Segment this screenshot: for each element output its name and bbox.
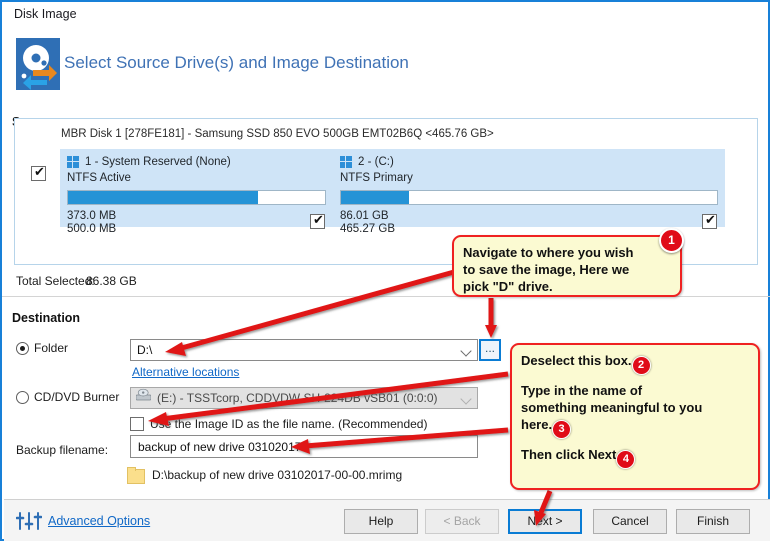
disk-image-icon (16, 38, 60, 90)
partition-name: 1 - System Reserved (None) (85, 155, 231, 168)
partition-card[interactable]: 1 - System Reserved (None) NTFS Active 3… (60, 149, 333, 235)
check-icon: ✔ (705, 212, 716, 227)
partition-checkbox[interactable]: ✔ (310, 212, 325, 229)
cd-burner-radio[interactable] (16, 390, 29, 404)
browse-folder-button[interactable]: ... (479, 339, 501, 361)
next-button[interactable]: Next > (508, 509, 582, 534)
chevron-down-icon (460, 393, 472, 405)
windows-logo-icon (67, 155, 79, 168)
callout-2-badge-3: 3 (552, 420, 572, 439)
sliders-icon (16, 512, 42, 530)
disk-select-checkbox[interactable]: ✔ (31, 164, 46, 181)
partition-name: 2 - (C:) (358, 155, 394, 168)
partition-usage-bar (67, 190, 326, 205)
chevron-down-icon (460, 345, 472, 357)
folder-path-combo[interactable]: D:\ (130, 339, 478, 361)
callout-spacer (521, 439, 749, 446)
total-selected-label: Total Selected: (16, 274, 95, 288)
cd-burner-value: (E:) - TSSTcorp, CDDVDW SH-224DB vSB01 (… (157, 391, 438, 405)
callout-1-badge: 1 (659, 228, 684, 253)
backup-filename-label: Backup filename: (16, 443, 109, 457)
resolved-path-text: D:\backup of new drive 03102017-00-00.mr… (152, 468, 403, 482)
partition-filesystem: NTFS Active (67, 172, 131, 184)
cd-burner-radio-label: CD/DVD Burner (34, 390, 120, 404)
callout-1-line-2: to save the image, Here we (463, 262, 630, 277)
partition-used: 86.01 GB (340, 210, 389, 222)
folder-radio-label: Folder (34, 341, 69, 355)
folder-path-value: D:\ (137, 343, 153, 357)
callout-2-badge-2: 2 (631, 356, 651, 375)
partition-usage-fill (68, 191, 259, 204)
callout-2-line-3: Then click Next 4 (521, 446, 749, 469)
partition-checkbox[interactable]: ✔ (702, 212, 717, 229)
partition-usage-fill (341, 191, 409, 204)
callout-2-line-2a: Type in the name of (521, 383, 643, 398)
disk-description: MBR Disk 1 [278FE181] - Samsung SSD 850 … (61, 128, 494, 140)
partition-total: 500.0 MB (67, 223, 117, 235)
callout-instructions: Deselect this box. 2 Type in the name of … (510, 343, 760, 490)
cancel-button[interactable]: Cancel (593, 509, 667, 534)
callout-2-text-1: Deselect this box. (521, 353, 632, 368)
partition-used: 373.0 MB (67, 210, 117, 222)
use-image-id-row[interactable]: Use the Image ID as the file name. (Reco… (130, 417, 427, 431)
backup-filename-input[interactable]: backup of new drive 03102017 (130, 435, 478, 458)
cd-burner-combo[interactable]: (E:) - TSSTcorp, CDDVDW SH-224DB vSB01 (… (130, 387, 478, 409)
finish-button[interactable]: Finish (676, 509, 750, 534)
windows-logo-icon (340, 155, 352, 168)
callout-1-line-3: pick "D" drive. (463, 279, 553, 294)
check-icon: ✔ (34, 164, 45, 179)
browse-label: ... (484, 341, 495, 355)
disk-image-window: Disk Image Source Select Source Drive(s)… (0, 0, 770, 541)
back-button: < Back (425, 509, 499, 534)
cd-burner-radio-row[interactable]: CD/DVD Burner (16, 390, 119, 404)
total-selected-value: 86.38 GB (86, 274, 137, 288)
folder-radio[interactable] (16, 341, 29, 355)
folder-radio-row[interactable]: Folder (16, 341, 68, 355)
dialog-footer: Advanced Options Help < Back Next > Canc… (4, 499, 770, 541)
callout-2-text-2: here. (521, 417, 553, 432)
partition-card[interactable]: 2 - (C:) NTFS Primary 86.01 GB 465.27 GB… (333, 149, 725, 235)
alternative-locations-link[interactable]: Alternative locations (132, 365, 239, 379)
check-icon: ✔ (313, 212, 324, 227)
window-title-bar: Disk Image (2, 2, 768, 28)
callout-spacer (521, 375, 749, 382)
callout-2-line-2b: something meaningful to you (521, 400, 703, 415)
callout-1-line-1: Navigate to where you wish (463, 245, 634, 260)
page-header: Source Select Source Drive(s) and Image … (2, 28, 768, 129)
callout-2-line-1: Deselect this box. 2 (521, 352, 749, 375)
partition-filesystem: NTFS Primary (340, 172, 413, 184)
callout-2-line-2c: here. 3 (521, 416, 749, 439)
window-title: Disk Image (14, 7, 77, 21)
backup-filename-value: backup of new drive 03102017 (138, 440, 302, 454)
partition-usage-bar (340, 190, 718, 205)
optical-drive-icon (136, 388, 151, 401)
callout-navigate: Navigate to where you wish to save the i… (452, 235, 682, 297)
use-image-id-checkbox[interactable] (130, 417, 144, 431)
use-image-id-label: Use the Image ID as the file name. (Reco… (150, 417, 428, 431)
callout-2-text-3: Then click Next (521, 447, 617, 462)
help-button[interactable]: Help (344, 509, 418, 534)
page-title: Select Source Drive(s) and Image Destina… (64, 53, 409, 72)
destination-section-title: Destination (12, 311, 81, 325)
advanced-options-link[interactable]: Advanced Options (48, 514, 150, 528)
folder-icon (127, 467, 145, 484)
callout-2-badge-4: 4 (616, 450, 636, 469)
